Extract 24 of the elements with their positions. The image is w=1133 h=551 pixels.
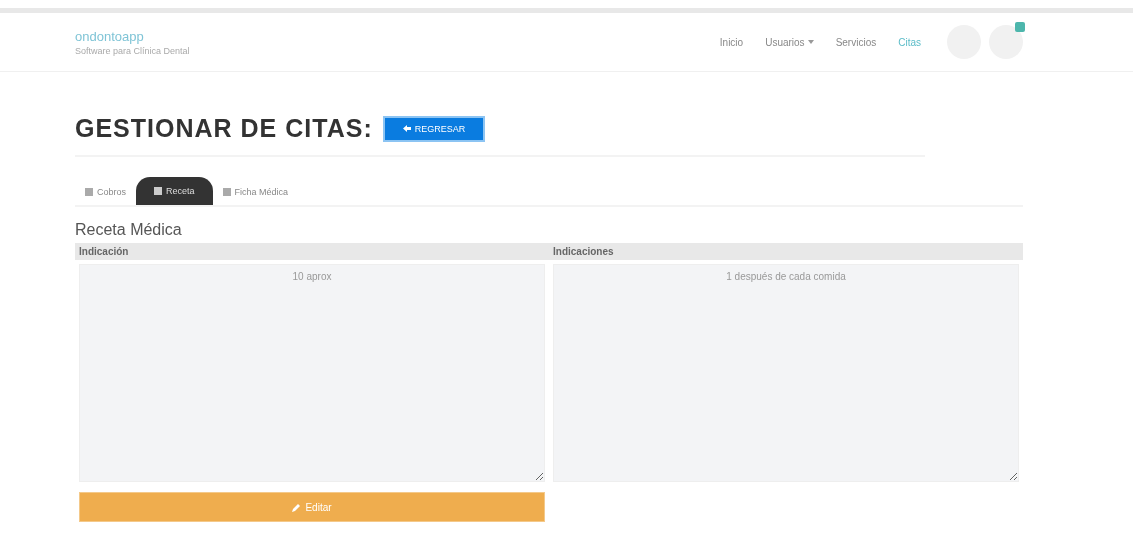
tab[interactable]: Cobros: [75, 179, 136, 205]
back-icon: [402, 125, 411, 132]
tab[interactable]: Ficha Médica: [212, 179, 299, 205]
back-button[interactable]: REGRESAR: [382, 115, 486, 142]
section-title: Receta Médica: [75, 221, 183, 239]
caret-icon: [807, 40, 814, 44]
field-label: Indicaciones: [549, 243, 1023, 260]
nav-link[interactable]: Citas: [898, 36, 921, 48]
field-label: Indicación: [75, 243, 549, 260]
edit-button[interactable]: Editar: [79, 492, 545, 522]
tab[interactable]: Receta: [136, 177, 213, 205]
pencil-icon: [292, 502, 302, 512]
text-area[interactable]: 1 después de cada comida: [553, 264, 1019, 482]
nav-link[interactable]: Servicios: [835, 36, 877, 48]
list-icon: [85, 188, 93, 196]
avatar[interactable]: [989, 25, 1023, 59]
page-title: GESTIONAR DE CITAS:: [75, 114, 373, 143]
list-icon: [222, 188, 231, 196]
logo: ondontoapp: [75, 28, 145, 44]
nav-link[interactable]: Usuarios: [765, 36, 814, 48]
list-icon: [154, 187, 162, 195]
text-area[interactable]: 10 aprox: [79, 264, 545, 482]
tagline: Software para Clínica Dental: [75, 45, 190, 56]
nav-link[interactable]: Inicio: [719, 36, 744, 48]
